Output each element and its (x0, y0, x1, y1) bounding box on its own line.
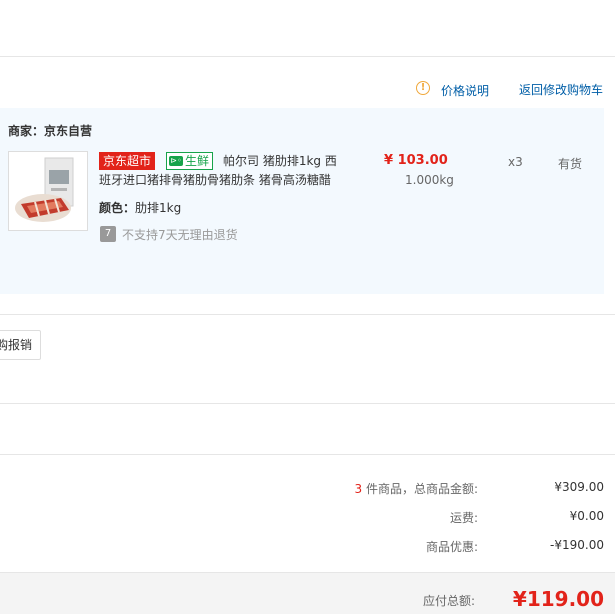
summary-discount-row: 商品优惠: -¥190.00 (0, 538, 615, 558)
divider-top (0, 56, 615, 57)
no-return-7day-icon: 7 (100, 226, 116, 242)
item-count-suffix: 件商品，总商品金额: (362, 482, 478, 496)
product-weight: 1.000kg (405, 173, 454, 187)
stock-status: 有货 (558, 157, 583, 171)
divider-middle (0, 403, 615, 404)
return-to-cart-link[interactable]: 返回修改购物车 (519, 81, 603, 98)
jd-supermarket-tag: 京东超市 (99, 152, 156, 170)
product-quantity: x3 (508, 155, 523, 169)
attr-value: 肋排1kg (135, 201, 182, 215)
product-price: ¥ 103.00 (384, 153, 448, 168)
divider-after-product (0, 314, 615, 315)
shipping-label: 运费: (449, 511, 478, 525)
return-policy-text: 不支持7天无理由退货 (122, 228, 238, 242)
payable-label: 应付总额: (422, 594, 475, 608)
price-info-link[interactable]: 价格说明 (441, 82, 489, 99)
item-count: 3 (354, 482, 363, 496)
product-name-line1[interactable]: 帕尔司 猪肋排1kg 西 (223, 152, 337, 170)
summary-shipping-row: 运费: ¥0.00 (0, 509, 615, 529)
shipping-value: ¥0.00 (569, 509, 604, 523)
product-name-line2[interactable]: 班牙进口猪排骨猪肋骨猪肋条 猪骨高汤糖醋 (99, 171, 331, 189)
goods-total-value: ¥309.00 (554, 480, 604, 494)
info-icon: ! (416, 81, 430, 95)
fish-icon: ⊳◦ (169, 156, 183, 166)
discount-label: 商品优惠: (425, 540, 478, 554)
product-thumbnail[interactable] (8, 151, 88, 231)
divider-summary (0, 454, 615, 455)
goods-total-label: 3 件商品，总商品金额: (355, 480, 479, 497)
fresh-tag-label: 生鲜 (185, 154, 210, 168)
discount-value: -¥190.00 (550, 538, 604, 552)
reimburse-button[interactable]: 购报销 (0, 330, 41, 360)
merchant-label: 商家：京东自营 (8, 124, 93, 138)
attr-label: 颜色： (99, 201, 136, 215)
summary-goods-row: 3 件商品，总商品金额: ¥309.00 (0, 480, 615, 500)
payable-value: ¥119.00 (512, 587, 604, 611)
fresh-tag: ⊳◦ 生鲜 (166, 152, 214, 170)
product-image (9, 152, 87, 230)
